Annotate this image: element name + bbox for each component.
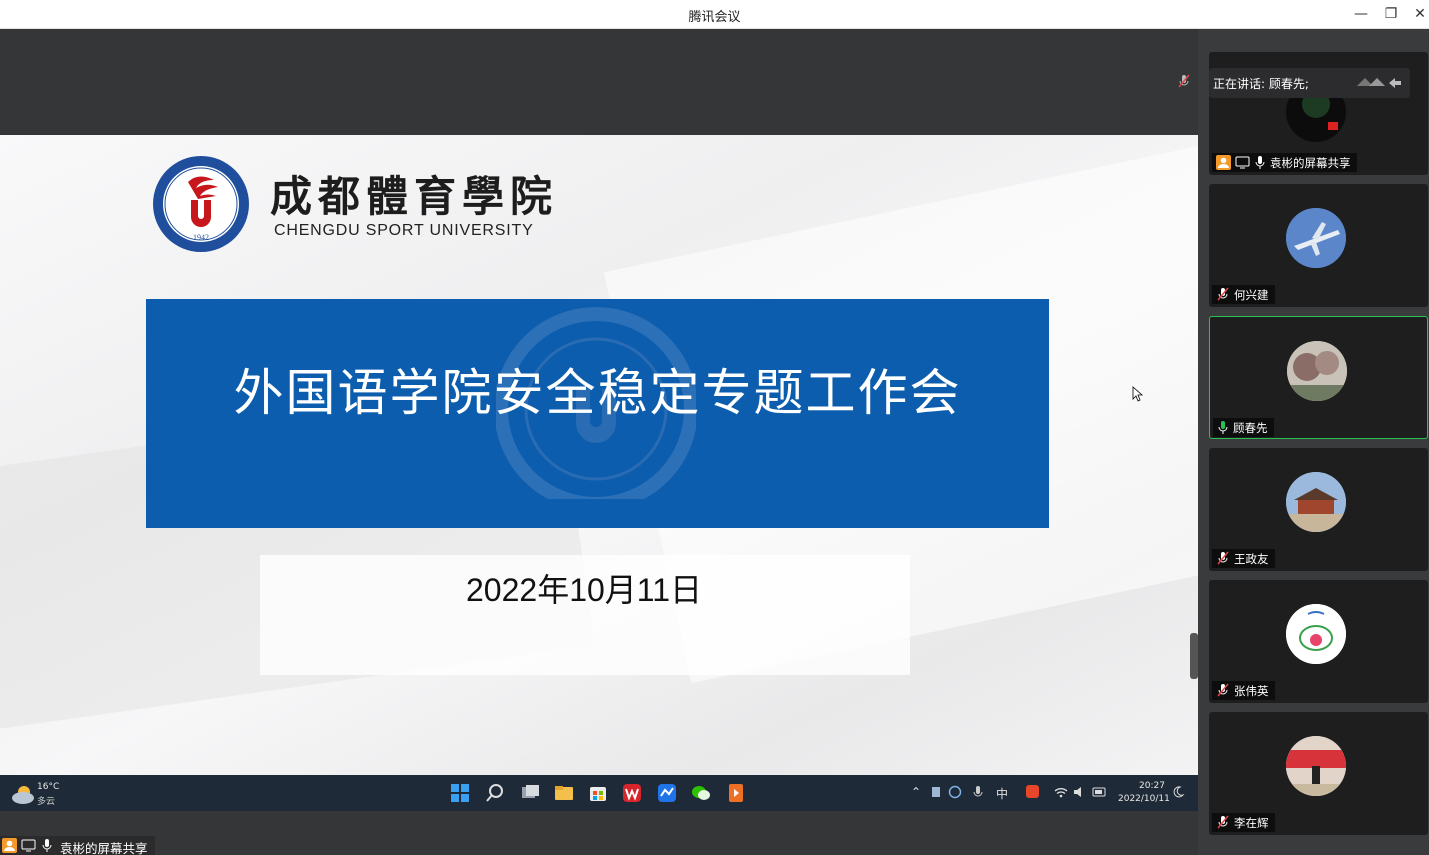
sogou-icon bbox=[1026, 785, 1039, 798]
participant-name-bar: 张伟英 bbox=[1212, 681, 1275, 700]
participant-tile[interactable]: 王政友 bbox=[1209, 448, 1428, 571]
window-title: 腾讯会议 bbox=[688, 10, 741, 25]
participant-name-bar: 顾春先 bbox=[1213, 418, 1274, 437]
windows-start-icon[interactable] bbox=[449, 782, 471, 804]
slide-title: 外国语学院安全稳定专题工作会 bbox=[233, 364, 962, 422]
wps-icon[interactable] bbox=[621, 782, 643, 804]
window-titlebar: 腾讯会议 — ❐ ✕ bbox=[0, 0, 1429, 29]
shared-taskbar: 16°C 多云 ⌃ 中 20:27 2022/10/11 bbox=[0, 775, 1198, 811]
screen-share-icon bbox=[1235, 156, 1250, 169]
powerpoint-icon[interactable] bbox=[725, 782, 747, 804]
logo-year: 1942 bbox=[193, 233, 209, 242]
weather-condition: 多云 bbox=[37, 797, 56, 807]
microphone-icon bbox=[42, 839, 52, 852]
mic-muted-icon bbox=[1217, 551, 1229, 565]
shared-screen-stage: 1942 成都體育學院 CHENGDU SPORT UNIVERSITY 外国语… bbox=[0, 29, 1198, 855]
avatar bbox=[1286, 604, 1346, 664]
participant-tile-active[interactable]: 顾春先 bbox=[1209, 316, 1428, 439]
screen-share-label: 袁彬的屏幕共享 bbox=[0, 836, 155, 855]
microphone-icon bbox=[973, 786, 983, 797]
file-explorer-icon[interactable] bbox=[553, 782, 575, 804]
mic-muted-icon bbox=[1217, 683, 1229, 697]
university-logo: 1942 bbox=[153, 156, 249, 252]
title-banner: 外国语学院安全稳定专题工作会 bbox=[146, 299, 1049, 528]
participant-tile[interactable]: 张伟英 bbox=[1209, 580, 1428, 703]
battery-icon bbox=[1092, 787, 1106, 797]
mic-muted-icon bbox=[1217, 287, 1229, 301]
microphone-icon bbox=[1255, 156, 1265, 169]
mic-muted-icon bbox=[1178, 74, 1190, 88]
avatar bbox=[1286, 208, 1346, 268]
speaking-text: 正在讲话: 顾春先; bbox=[1213, 77, 1309, 91]
mic-active-icon bbox=[1218, 421, 1228, 434]
participant-name: 李在辉 bbox=[1234, 815, 1269, 830]
usb-icon bbox=[932, 787, 940, 797]
user-icon bbox=[2, 838, 17, 853]
screen-share-label-text: 袁彬的屏幕共享 bbox=[60, 841, 148, 855]
participant-tile[interactable]: 李在辉 bbox=[1209, 712, 1428, 835]
store-icon[interactable] bbox=[587, 782, 609, 804]
participant-name-bar: 王政友 bbox=[1212, 549, 1275, 568]
participant-name: 王政友 bbox=[1234, 551, 1269, 566]
screen-share-icon bbox=[21, 839, 36, 852]
minimize-icon[interactable]: — bbox=[1349, 4, 1373, 24]
university-name-en: CHENGDU SPORT UNIVERSITY bbox=[274, 222, 534, 239]
search-icon[interactable] bbox=[484, 782, 506, 804]
participant-name: 何兴建 bbox=[1234, 287, 1269, 302]
mic-muted-icon bbox=[1217, 815, 1229, 829]
security-icon bbox=[948, 785, 962, 799]
participant-name-bar: 李在辉 bbox=[1212, 813, 1275, 832]
tencent-meeting-icon[interactable] bbox=[656, 782, 678, 804]
clock-date: 2022/10/11 bbox=[1118, 794, 1170, 804]
ime-indicator[interactable]: 中 bbox=[996, 785, 1008, 802]
wechat-icon[interactable] bbox=[690, 782, 712, 804]
close-icon[interactable]: ✕ bbox=[1408, 4, 1429, 24]
tray-overflow-icon[interactable]: ⌃ bbox=[911, 785, 921, 799]
participant-name-bar: 何兴建 bbox=[1212, 285, 1275, 304]
participant-name-bar: 袁彬的屏幕共享 bbox=[1212, 153, 1357, 172]
volume-icon bbox=[1074, 787, 1081, 797]
slide-date: 2022年10月11日 bbox=[466, 572, 703, 608]
participant-name: 袁彬的屏幕共享 bbox=[1270, 155, 1351, 170]
wifi-icon bbox=[1054, 788, 1068, 798]
clock-time: 20:27 bbox=[1139, 781, 1165, 791]
participant-tile[interactable]: 何兴建 bbox=[1209, 184, 1428, 307]
speaking-controls-icon[interactable] bbox=[1355, 74, 1405, 92]
participant-name: 顾春先 bbox=[1233, 420, 1268, 435]
restore-icon[interactable]: ❐ bbox=[1379, 4, 1403, 24]
university-name-cn: 成都體育學院 bbox=[270, 172, 559, 221]
mouse-cursor-icon bbox=[1132, 386, 1144, 402]
panel-resize-handle[interactable] bbox=[1190, 633, 1198, 679]
avatar bbox=[1286, 736, 1346, 796]
speaking-indicator: 正在讲话: 顾春先; bbox=[1209, 68, 1410, 98]
weather-temperature: 16°C bbox=[37, 782, 60, 792]
presentation-slide: 1942 成都體育學院 CHENGDU SPORT UNIVERSITY 外国语… bbox=[0, 135, 1198, 775]
participant-name: 张伟英 bbox=[1234, 683, 1269, 698]
avatar bbox=[1286, 472, 1346, 532]
user-icon bbox=[1216, 155, 1231, 170]
avatar bbox=[1287, 341, 1347, 401]
task-view-icon[interactable] bbox=[519, 782, 541, 804]
notification-moon-icon[interactable] bbox=[1171, 785, 1185, 799]
